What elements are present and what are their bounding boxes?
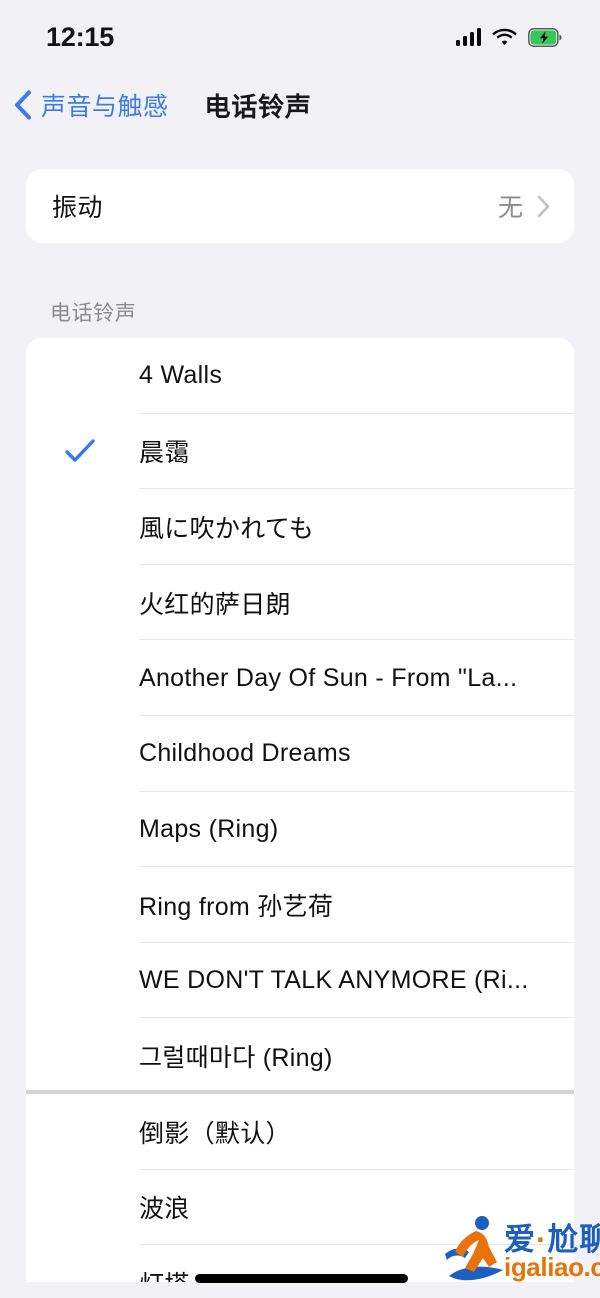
status-bar-icons [455,24,563,47]
ringtone-row[interactable]: 火红的萨日朗 [26,565,574,641]
status-bar: 12:15 [0,0,600,70]
home-indicator-bar[interactable] [195,1274,408,1283]
wifi-icon [492,28,517,46]
ringtone-row[interactable]: 晨霭 [26,414,574,490]
ringtone-label: WE DON'T TALK ANYMORE (Ri... [139,966,529,995]
ringtone-list: 4 Walls 晨霭風に吹かれても 火红的萨日朗 Another Day Of Sun… [26,338,574,1282]
ringtone-label: 4 Walls [139,361,223,390]
vibration-value: 无 [497,194,523,222]
section-header-ringtones: 电话铃声 [50,302,137,325]
ringtone-row[interactable]: 波浪 [26,1170,574,1246]
ringtone-label: 晨霭 [139,439,190,468]
ringtone-row[interactable]: 그럴때마다 (Ring) [26,1018,574,1094]
chevron-left-icon [14,90,32,120]
ringtone-row[interactable]: Ring from 孙艺荷 [26,867,574,943]
ringtone-label: 倒影（默认） [139,1119,291,1148]
ringtone-row[interactable]: 倒影（默认） [26,1094,574,1170]
ringtone-row[interactable]: Childhood Dreams [26,716,574,792]
cellular-signal-icon [455,28,481,46]
ringtone-label: 그럴때마다 (Ring) [139,1044,333,1073]
checkmark-icon [26,439,139,463]
back-button[interactable]: 声音与触感 [0,87,169,123]
battery-charging-icon [528,27,562,47]
ringtone-label: Maps (Ring) [139,814,279,843]
vibration-row[interactable]: 振动 无 [26,169,574,243]
ringtone-label: Childhood Dreams [139,739,351,768]
vibration-value-group: 无 [498,188,550,224]
ringtone-row[interactable]: WE DON'T TALK ANYMORE (Ri... [26,943,574,1019]
ringtone-row[interactable]: 4 Walls [26,338,574,414]
ringtone-label: 灯塔 [139,1265,202,1282]
ringtone-label: Another Day Of Sun - From "La... [139,663,518,692]
ringtone-row[interactable]: 風に吹かれても [26,489,574,565]
chevron-right-icon [537,195,550,218]
vibration-label: 振动 [52,194,103,222]
ringtone-label: 火红的萨日朗 [139,590,291,619]
ringtone-label: 波浪 [139,1195,190,1224]
status-bar-time: 12:15 [46,21,115,52]
ringtone-label: 風に吹かれても [139,514,315,543]
navigation-bar: 声音与触感 电话铃声 [0,74,600,136]
ringtone-row[interactable]: Another Day Of Sun - From "La... [26,640,574,716]
back-button-label: 声音与触感 [41,93,169,121]
ringtone-label: Ring from 孙艺荷 [139,892,334,921]
vibration-card: 振动 无 [26,169,574,243]
page-title: 电话铃声 [204,91,312,122]
ringtone-row[interactable]: Maps (Ring) [26,792,574,868]
